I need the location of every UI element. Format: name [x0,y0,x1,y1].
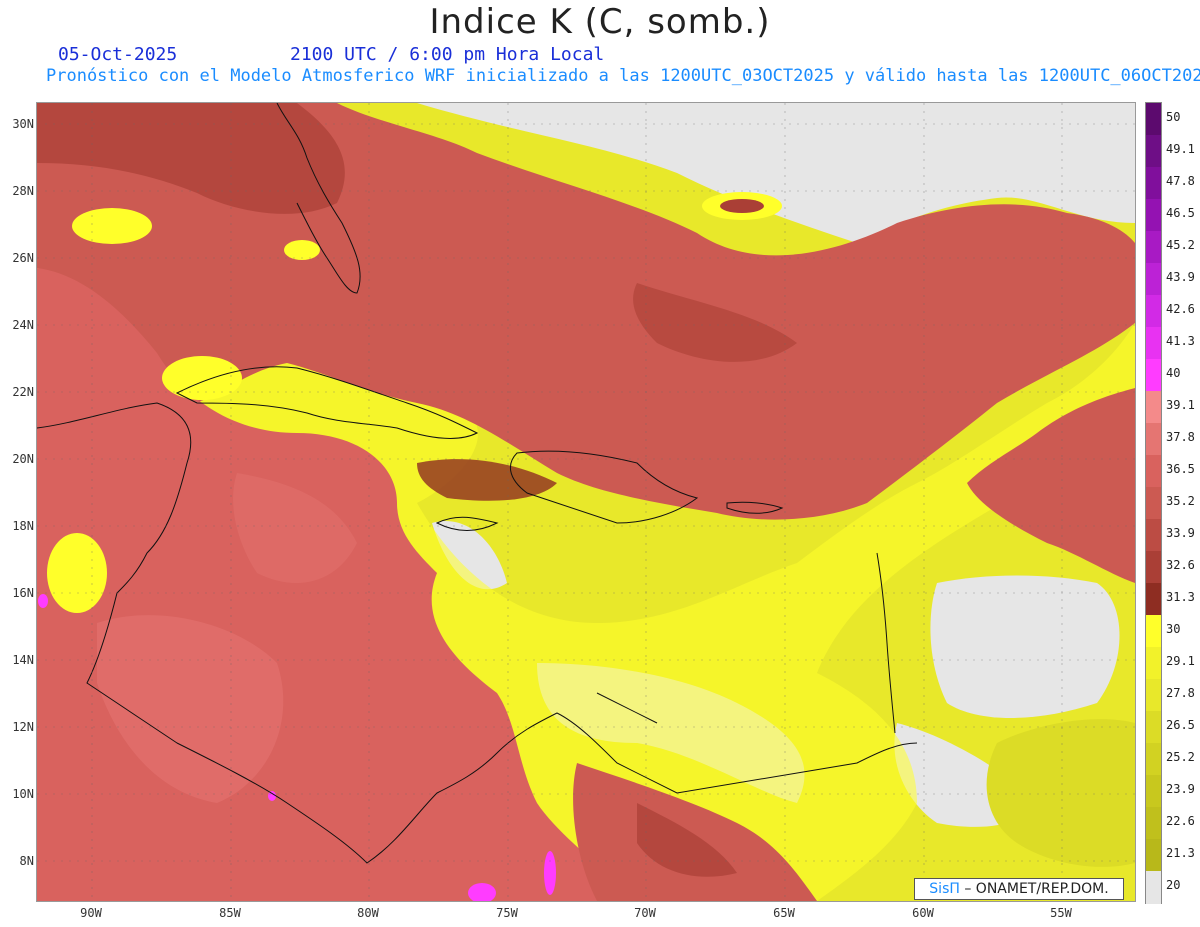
colorbar-label: 21.3 [1166,846,1195,860]
colorbar-segment [1146,391,1161,424]
colorbar-label: 41.3 [1166,334,1195,348]
colorbar-segment [1146,615,1161,648]
field-k-40-spot-b [544,851,556,895]
colorbar-segment [1146,679,1161,712]
colorbar-label: 25.2 [1166,750,1195,764]
lat-label-16n: 16N [12,586,34,600]
lon-label-70w: 70W [634,906,656,920]
field-low-east [930,575,1120,718]
lon-label-85w: 85W [219,906,241,920]
lon-label-90w: 90W [80,906,102,920]
colorbar-label: 40 [1166,366,1181,380]
colorbar-segment [1146,775,1161,808]
lon-label-55w: 55W [1050,906,1072,920]
colorbar-segment [1146,263,1161,296]
colorbar-label: 20 [1166,878,1181,892]
colorbar-label: 22.6 [1166,814,1195,828]
colorbar-label: 33.9 [1166,526,1195,540]
colorbar-segment [1146,295,1161,328]
lon-label-75w: 75W [496,906,518,920]
colorbar-label: 31.3 [1166,590,1195,604]
colorbar-label: 39.1 [1166,398,1195,412]
colorbar-segment [1146,103,1161,136]
credit-box: SisΠ – ONAMET/REP.DOM. [914,878,1124,900]
colorbar-label: 42.6 [1166,302,1195,316]
colorbar-label: 36.5 [1166,462,1195,476]
colorbar-label: 37.8 [1166,430,1195,444]
lat-label-18n: 18N [12,519,34,533]
credit-org: – ONAMET/REP.DOM. [959,881,1109,897]
chart-title: Indice K (C, somb.) [429,2,771,42]
lon-label-80w: 80W [357,906,379,920]
colorbar-segment [1146,839,1161,872]
colorbar-segment [1146,231,1161,264]
field-k-30-island-e [47,533,107,613]
map-area[interactable] [36,102,1136,902]
colorbar-segment [1146,423,1161,456]
colorbar-label: 32.6 [1166,558,1195,572]
colorbar-segment [1146,359,1161,392]
colorbar-segment [1146,583,1161,616]
colorbar-label: 50 [1166,110,1181,124]
sis-logo-text: SisΠ [929,881,960,897]
lat-label-22n: 22N [12,385,34,399]
colorbar-label: 47.8 [1166,174,1195,188]
colorbar-segment [1146,519,1161,552]
colorbar-segment [1146,871,1161,904]
colorbar-segment [1146,711,1161,744]
colorbar-segment [1146,487,1161,520]
lat-label-26n: 26N [12,251,34,265]
colorbar-label: 35.2 [1166,494,1195,508]
k-index-field [37,103,1135,901]
lat-label-14n: 14N [12,653,34,667]
colorbar-label: 46.5 [1166,206,1195,220]
lat-label-8n: 8N [19,854,34,868]
colorbar-segment [1146,455,1161,488]
field-k-40-spot-d [268,791,276,801]
time-label: 2100 UTC / 6:00 pm Hora Local [290,44,605,65]
lat-label-30n: 30N [12,117,34,131]
colorbar-label: 30 [1166,622,1181,636]
colorbar-segment [1146,743,1161,776]
lat-label-12n: 12N [12,720,34,734]
lat-label-24n: 24N [12,318,34,332]
colorbar-segment [1146,807,1161,840]
colorbar-label: 23.9 [1166,782,1195,796]
field-k-40-spot-c [38,594,48,608]
lat-label-10n: 10N [12,787,34,801]
lon-label-65w: 65W [773,906,795,920]
colorbar-label: 29.1 [1166,654,1195,668]
field-k-30-island-c [284,240,320,260]
colorbar-segment [1146,327,1161,360]
colorbar-label: 27.8 [1166,686,1195,700]
field-k-30-island-a [162,356,242,400]
colorbar [1145,102,1162,904]
field-k-30-island-b [72,208,152,244]
lat-label-20n: 20N [12,452,34,466]
date-label: 05-Oct-2025 2100 UTC / 6:00 pm Hora Local [58,44,605,65]
field-k-33-island-d [720,199,764,213]
colorbar-segment [1146,135,1161,168]
colorbar-label: 49.1 [1166,142,1195,156]
lon-label-60w: 60W [912,906,934,920]
colorbar-label: 45.2 [1166,238,1195,252]
colorbar-segment [1146,167,1161,200]
lat-label-28n: 28N [12,184,34,198]
colorbar-segment [1146,647,1161,680]
colorbar-label: 26.5 [1166,718,1195,732]
colorbar-segment [1146,551,1161,584]
colorbar-label: 43.9 [1166,270,1195,284]
subtitle: Pronóstico con el Modelo Atmosferico WRF… [46,66,1200,86]
colorbar-segment [1146,199,1161,232]
